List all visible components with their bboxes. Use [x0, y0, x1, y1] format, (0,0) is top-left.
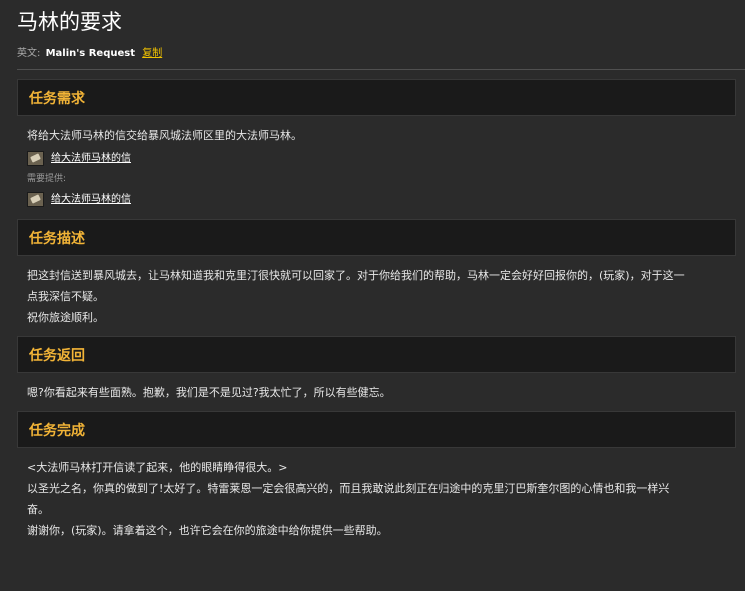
title-divider: [17, 69, 745, 70]
page-title: 马林的要求: [17, 10, 122, 34]
copy-link[interactable]: 复制: [142, 48, 162, 59]
provided-label: 需要提供:: [27, 174, 67, 184]
english-name-row: 英文: Malin's Request 复制: [17, 44, 745, 63]
description-line: 把这封信送到暴风城去，让马林知道我和克里汀很快就可以回家了。对于你给我们的帮助，…: [27, 269, 685, 282]
completion-header: 任务完成: [17, 411, 736, 448]
progress-body: 嗯?你看起来有些面熟。抱歉，我们是不是见过?我太忙了，所以有些健忘。: [17, 373, 745, 403]
description-header-label: 任务描述: [29, 231, 85, 247]
description-line: 点我深信不疑。: [27, 290, 104, 303]
completion-body: <大法师马林打开信读了起来，他的眼睛睁得很大。> 以圣光之名，你真的做到了!太好…: [17, 448, 745, 541]
description-header: 任务描述: [17, 219, 736, 256]
required-item-link[interactable]: 给大法师马林的信: [51, 148, 131, 169]
completion-line: <大法师马林打开信读了起来，他的眼睛睁得很大。>: [27, 461, 288, 474]
description-body: 把这封信送到暴风城去，让马林知道我和克里汀很快就可以回家了。对于你给我们的帮助，…: [17, 256, 745, 328]
requirements-text: 将给大法师马林的信交给暴风城法师区里的大法师马林。: [27, 129, 302, 142]
scroll-icon[interactable]: [27, 150, 44, 166]
completion-header-label: 任务完成: [29, 423, 85, 439]
requirements-header-label: 任务需求: [29, 91, 85, 107]
required-item-row: 给大法师马林的信: [27, 146, 745, 170]
progress-text: 嗯?你看起来有些面熟。抱歉，我们是不是见过?我太忙了，所以有些健忘。: [27, 386, 391, 399]
progress-header-label: 任务返回: [29, 348, 85, 364]
provided-item-link[interactable]: 给大法师马林的信: [51, 189, 131, 210]
requirements-body: 将给大法师马林的信交给暴风城法师区里的大法师马林。 给大法师马林的信 需要提供:…: [17, 116, 745, 211]
english-name: Malin's Request: [45, 48, 136, 59]
completion-line: 谢谢你，(玩家)。请拿着这个，也许它会在你的旅途中给你提供一些帮助。: [27, 524, 388, 537]
scroll-icon[interactable]: [27, 191, 44, 207]
completion-line: 以圣光之名，你真的做到了!太好了。特雷莱恩一定会很高兴的，而且我敢说此刻正在归途…: [27, 482, 670, 495]
completion-line: 奋。: [27, 503, 49, 516]
quest-page: 马林的要求 英文: Malin's Request 复制 任务需求 将给大法师马…: [0, 0, 745, 591]
provided-item-row: 给大法师马林的信: [27, 187, 745, 211]
english-label: 英文:: [17, 48, 41, 59]
progress-header: 任务返回: [17, 336, 736, 373]
requirements-header: 任务需求: [17, 79, 736, 116]
description-line: 祝你旅途顺利。: [27, 311, 104, 324]
